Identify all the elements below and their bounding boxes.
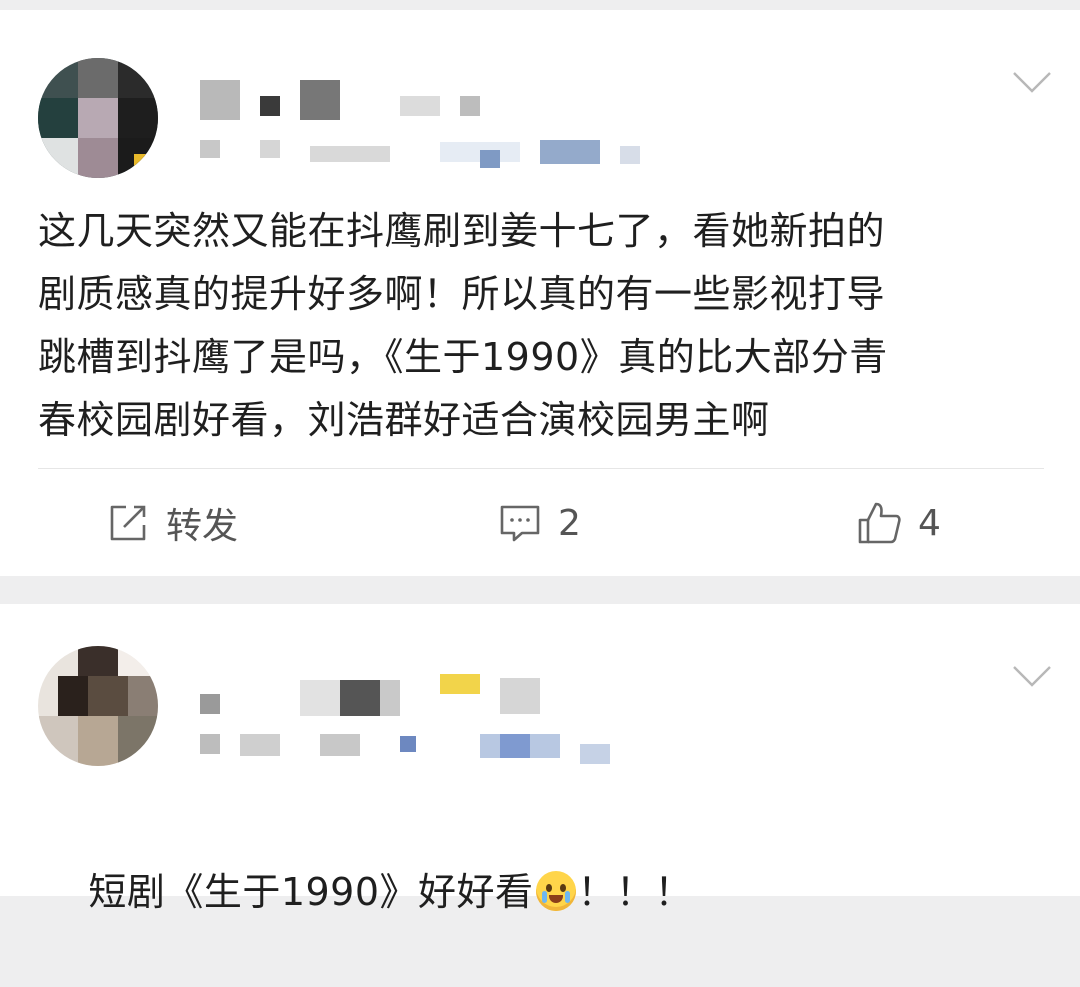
post-card: 这几天突然又能在抖鹰刷到姜十七了，看她新拍的 剧质感真的提升好多啊！所以真的有一…	[0, 10, 1080, 576]
post-body: 短剧《生于1990》好好看 ！！！	[38, 798, 1048, 987]
comment-bubble-icon	[498, 501, 542, 545]
avatar[interactable]	[38, 646, 158, 766]
repost-label: 转发	[166, 506, 239, 547]
avatar[interactable]	[38, 58, 158, 178]
chevron-down-icon[interactable]	[1012, 70, 1051, 98]
post-meta	[200, 136, 660, 172]
post-body-trailing: ！！！	[577, 870, 694, 914]
share-edit-icon	[106, 501, 150, 545]
post-body: 这几天突然又能在抖鹰刷到姜十七了，看她新拍的 剧质感真的提升好多啊！所以真的有一…	[38, 209, 888, 442]
username[interactable]	[200, 74, 500, 124]
comment-button[interactable]: 2	[498, 500, 581, 546]
post-meta	[200, 730, 620, 770]
post-body-text: 短剧《生于1990》好好看	[88, 870, 534, 914]
like-count: 4	[918, 502, 941, 544]
comment-count: 2	[558, 502, 581, 544]
divider	[38, 468, 1044, 469]
crying-smiling-face-icon	[535, 871, 576, 911]
chevron-down-icon[interactable]	[1012, 664, 1051, 692]
repost-button[interactable]: 转发	[106, 500, 239, 547]
like-button[interactable]: 4	[856, 500, 941, 546]
post-card: 短剧《生于1990》好好看 ！！！	[0, 604, 1080, 914]
username[interactable]	[200, 664, 540, 718]
thumbs-up-icon	[856, 500, 902, 546]
